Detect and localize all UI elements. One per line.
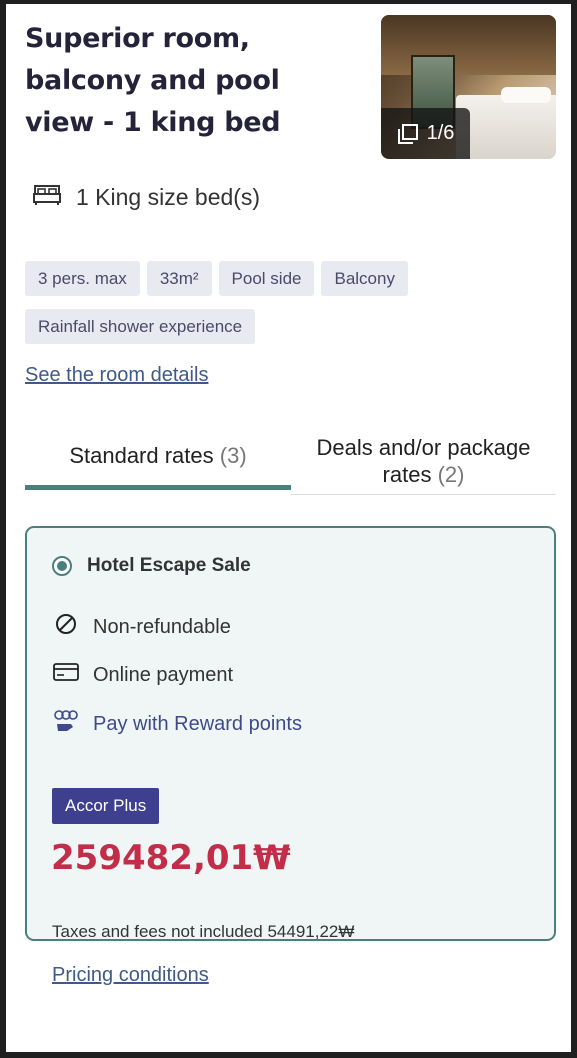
room-card: Superior room, balcony and pool view - 1… (6, 4, 571, 1052)
bed-info: 1 King size bed(s) (32, 182, 260, 212)
rate-offer-card[interactable]: Hotel Escape Sale Non-refundable Online … (25, 526, 556, 986)
tag-balcony: Balcony (321, 261, 408, 296)
no-refund-icon (53, 612, 79, 642)
offer-name: Hotel Escape Sale (87, 555, 251, 576)
bed-icon (32, 182, 62, 212)
tab-standard-rates[interactable]: Standard rates (3) (25, 427, 291, 490)
photo-wall (381, 15, 556, 75)
feature-refund: Non-refundable (53, 612, 231, 642)
tag-size: 33m² (146, 261, 212, 296)
tab-deals-text: Deals and/or package rates (2) (291, 434, 556, 488)
radio-selected-icon[interactable] (52, 556, 72, 576)
tab-standard-count: (3) (219, 443, 247, 468)
room-title: Superior room, balcony and pool view - 1… (25, 23, 281, 138)
tag-pool-side: Pool side (218, 261, 315, 296)
feature-payment-label: Online payment (93, 663, 234, 686)
tag-capacity: 3 pers. max (25, 261, 140, 296)
tab-deals-rates[interactable]: Deals and/or package rates (2) (291, 427, 556, 495)
rate-price: 259482,01₩ (51, 838, 291, 878)
gallery-icon (397, 123, 419, 145)
tab-deals-count: (2) (437, 461, 465, 487)
feature-payment: Online payment (53, 660, 233, 690)
feature-reward-label: Pay with Reward points (93, 712, 302, 735)
room-photo-gallery[interactable]: 1/6 (381, 15, 556, 159)
taxes-note: Taxes and fees not included 54491,22₩ (52, 922, 355, 941)
tag-shower: Rainfall shower experience (25, 309, 256, 344)
member-badge: Accor Plus (52, 788, 160, 824)
room-details-link[interactable]: See the room details (25, 364, 208, 387)
gallery-counter-text: 1/6 (426, 122, 455, 144)
gallery-counter: 1/6 (381, 108, 470, 159)
tab-standard-label: Standard rates (69, 443, 214, 468)
pricing-conditions-link[interactable]: Pricing conditions (52, 964, 209, 987)
feature-refund-label: Non-refundable (93, 615, 231, 638)
photo-pillow (501, 87, 551, 103)
tab-deals-label: Deals and/or package rates (316, 434, 531, 487)
feature-reward: Pay with Reward points (53, 708, 302, 740)
room-tags: 3 pers. max 33m² Pool side Balcony Rainf… (25, 261, 445, 344)
rate-tabs: Standard rates (3) Deals and/or package … (25, 427, 556, 495)
photo-bed (456, 95, 556, 159)
credit-card-icon (53, 660, 79, 690)
bed-label: 1 King size bed(s) (76, 183, 261, 210)
reward-points-icon (53, 708, 79, 740)
offer-option[interactable]: Hotel Escape Sale (52, 555, 251, 577)
